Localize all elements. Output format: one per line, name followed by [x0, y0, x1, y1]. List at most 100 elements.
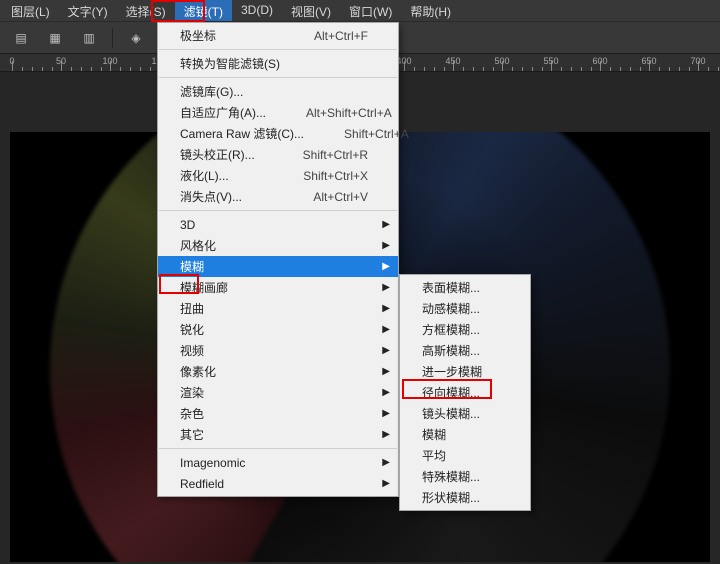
menu-item-label: 其它 [180, 426, 204, 443]
filter-menu-item[interactable]: 风格化▶ [158, 235, 398, 256]
filter-menu-item[interactable]: Redfield▶ [158, 473, 398, 494]
menu-item-shortcut: Alt+Ctrl+F [274, 29, 368, 43]
blur-submenu-item[interactable]: 动感模糊... [400, 298, 530, 319]
filter-menu-item[interactable]: 杂色 ▶ [158, 403, 398, 424]
blur-submenu-item[interactable]: 径向模糊... [400, 382, 530, 403]
blur-submenu-item[interactable]: 方框模糊... [400, 319, 530, 340]
ruler-label: 0 [9, 56, 14, 66]
menu-item-label: 转换为智能滤镜(S) [180, 55, 280, 72]
menu-item-shortcut: Shift+Ctrl+A [304, 127, 409, 141]
blur-submenu-item[interactable]: 平均 [400, 445, 530, 466]
filter-menu-item[interactable]: 像素化 ▶ [158, 361, 398, 382]
menu-item-label: 平均 [422, 447, 446, 464]
filter-menu-item[interactable]: 转换为智能滤镜(S) [158, 53, 398, 74]
menu-item-1[interactable]: 文字(Y) [59, 0, 117, 21]
filter-menu-item[interactable]: 扭曲▶ [158, 298, 398, 319]
menu-item-label: 液化(L)... [180, 167, 229, 184]
filter-menu-item[interactable]: 视频▶ [158, 340, 398, 361]
menu-item-3[interactable]: 滤镜(T) [175, 0, 232, 21]
menu-item-label: 特殊模糊... [422, 468, 480, 485]
ruler-label: 550 [543, 56, 558, 66]
blur-submenu: 表面模糊... 动感模糊...方框模糊...高斯模糊...进一步模糊径向模糊...… [399, 274, 531, 511]
ruler-subtick [42, 67, 43, 71]
ruler-subtick [532, 67, 533, 71]
menu-item-label: 像素化 [180, 363, 216, 380]
menu-item-7[interactable]: 帮助(H) [401, 0, 460, 21]
ruler-subtick [561, 67, 562, 71]
menu-item-label: 扭曲 [180, 300, 204, 317]
menu-item-label: 表面模糊... [422, 279, 480, 296]
menu-item-label: 杂色 [180, 405, 204, 422]
filter-menu-item[interactable]: 自适应广角(A)...Alt+Shift+Ctrl+A [158, 102, 398, 123]
ruler-subtick [659, 67, 660, 71]
filter-menu-item[interactable]: 锐化▶ [158, 319, 398, 340]
menu-item-label: 镜头校正(R)... [180, 146, 255, 163]
ruler-subtick [689, 67, 690, 71]
ruler-subtick [32, 67, 33, 71]
menu-item-shortcut: Alt+Shift+Ctrl+A [266, 106, 392, 120]
toolbar-separator [112, 28, 113, 48]
blur-submenu-item[interactable]: 形状模糊... [400, 487, 530, 508]
blur-submenu-item[interactable]: 特殊模糊... [400, 466, 530, 487]
ruler-subtick [571, 67, 572, 71]
submenu-arrow-icon: ▶ [382, 429, 390, 440]
align-left-icon[interactable]: ▤ [10, 27, 32, 49]
submenu-arrow-icon: ▶ [382, 345, 390, 356]
menu-item-2[interactable]: 选择(S) [117, 0, 175, 21]
filter-menu-item[interactable]: 模糊▶ [158, 256, 398, 277]
ruler-subtick [669, 67, 670, 71]
ruler-subtick [630, 67, 631, 71]
menu-separator [159, 448, 397, 449]
ruler-subtick [81, 67, 82, 71]
filter-menu-item[interactable]: 消失点(V)... Alt+Ctrl+V [158, 186, 398, 207]
ruler-subtick [130, 67, 131, 71]
menu-item-0[interactable]: 图层(L) [2, 0, 59, 21]
ruler-subtick [591, 67, 592, 71]
blur-submenu-item[interactable]: 模糊 [400, 424, 530, 445]
submenu-arrow-icon: ▶ [382, 282, 390, 293]
ruler-subtick [101, 67, 102, 71]
ruler-subtick [22, 67, 23, 71]
menu-item-5[interactable]: 视图(V) [282, 0, 340, 21]
filter-menu-item[interactable]: 渲染▶ [158, 382, 398, 403]
align-center-icon[interactable]: ▦ [44, 27, 66, 49]
filter-menu-item[interactable]: 液化(L)... Shift+Ctrl+X [158, 165, 398, 186]
menu-item-4[interactable]: 3D(D) [232, 0, 282, 21]
filter-menu-item[interactable]: 镜头校正(R)... Shift+Ctrl+R [158, 144, 398, 165]
ruler-subtick [463, 67, 464, 71]
blur-submenu-item[interactable]: 进一步模糊 [400, 361, 530, 382]
menu-item-label: 模糊 [422, 426, 446, 443]
blur-submenu-item[interactable]: 表面模糊... [400, 277, 530, 298]
ruler-subtick [444, 67, 445, 71]
ruler-subtick [522, 67, 523, 71]
menu-item-shortcut: Shift+Ctrl+X [263, 169, 368, 183]
menu-item-label: 径向模糊... [422, 384, 480, 401]
ruler-subtick [542, 67, 543, 71]
filter-menu-item[interactable]: 模糊画廊▶ [158, 277, 398, 298]
menu-item-shortcut: Alt+Ctrl+V [273, 190, 368, 204]
menu-separator [159, 49, 397, 50]
menu-item-label: 镜头模糊... [422, 405, 480, 422]
filter-menu-item[interactable]: Camera Raw 滤镜(C)...Shift+Ctrl+A [158, 123, 398, 144]
menu-item-label: Redfield [180, 477, 224, 491]
menu-item-shortcut: Shift+Ctrl+R [263, 148, 368, 162]
ruler-subtick [140, 67, 141, 71]
filter-menu-item[interactable]: 滤镜库(G)... [158, 81, 398, 102]
menu-item-6[interactable]: 窗口(W) [340, 0, 401, 21]
ruler-subtick [581, 67, 582, 71]
filter-menu-item[interactable]: 3D▶ [158, 214, 398, 235]
menu-item-label: 自适应广角(A)... [180, 104, 266, 121]
submenu-arrow-icon: ▶ [382, 366, 390, 377]
filter-menu-item[interactable]: 极坐标Alt+Ctrl+F [158, 25, 398, 46]
menu-item-label: 消失点(V)... [180, 188, 242, 205]
blur-submenu-item[interactable]: 镜头模糊... [400, 403, 530, 424]
3d-icon[interactable]: ◈ [125, 27, 147, 49]
submenu-arrow-icon: ▶ [382, 324, 390, 335]
submenu-arrow-icon: ▶ [382, 408, 390, 419]
blur-submenu-item[interactable]: 高斯模糊... [400, 340, 530, 361]
filter-menu-item[interactable]: Imagenomic▶ [158, 452, 398, 473]
align-right-icon[interactable]: ▥ [78, 27, 100, 49]
filter-menu-dropdown: 极坐标Alt+Ctrl+F转换为智能滤镜(S)滤镜库(G)...自适应广角(A)… [157, 22, 399, 497]
filter-menu-item[interactable]: 其它 ▶ [158, 424, 398, 445]
ruler-label: 700 [690, 56, 705, 66]
